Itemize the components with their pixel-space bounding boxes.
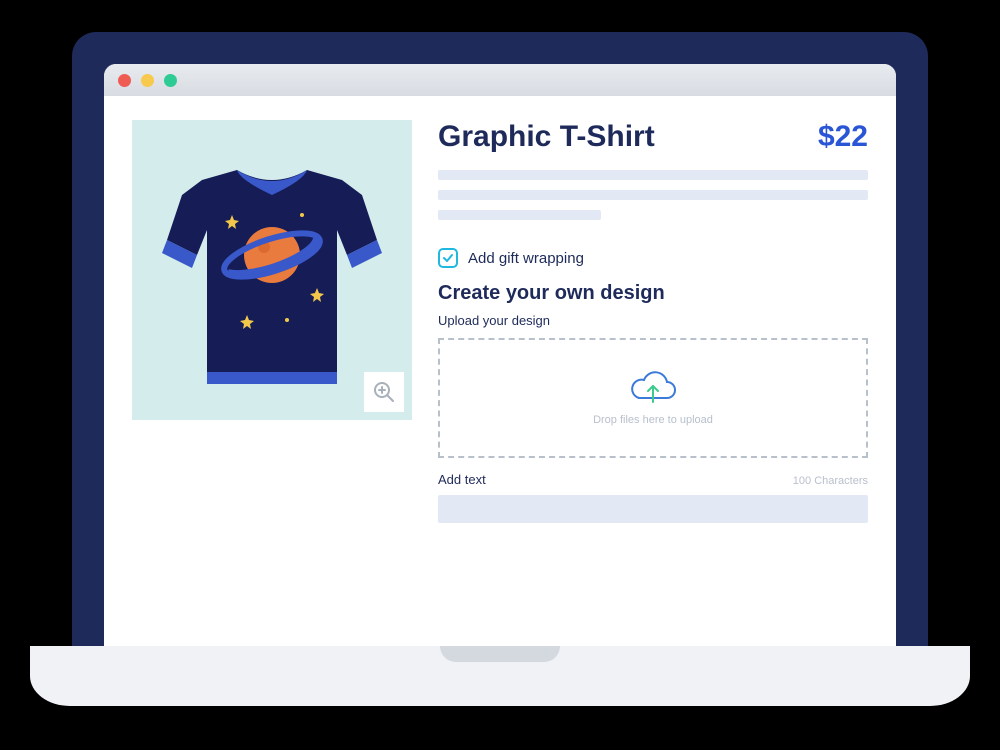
product-image bbox=[132, 120, 412, 420]
maximize-window-icon[interactable] bbox=[164, 74, 177, 87]
magnify-plus-icon bbox=[373, 381, 395, 403]
upload-hint: Drop files here to upload bbox=[593, 414, 713, 426]
add-text-label: Add text bbox=[438, 472, 486, 487]
design-heading: Create your own design bbox=[438, 282, 868, 305]
gift-wrapping-checkbox[interactable] bbox=[438, 248, 458, 268]
window-titlebar bbox=[104, 64, 896, 96]
close-window-icon[interactable] bbox=[118, 74, 131, 87]
char-limit: 100 Characters bbox=[793, 475, 868, 487]
product-page: Graphic T-Shirt $22 Add gift wrapping Cr… bbox=[104, 96, 896, 662]
product-title: Graphic T-Shirt bbox=[438, 120, 655, 154]
upload-dropzone[interactable]: Drop files here to upload bbox=[438, 338, 868, 458]
design-text-input[interactable] bbox=[438, 495, 868, 523]
cloud-upload-icon bbox=[629, 370, 677, 406]
browser-window: Graphic T-Shirt $22 Add gift wrapping Cr… bbox=[104, 64, 896, 662]
description-placeholder-line bbox=[438, 190, 868, 200]
minimize-window-icon[interactable] bbox=[141, 74, 154, 87]
description-placeholder-line bbox=[438, 210, 601, 220]
laptop-frame: Graphic T-Shirt $22 Add gift wrapping Cr… bbox=[72, 32, 928, 662]
laptop-notch bbox=[440, 646, 560, 662]
gift-wrapping-label: Add gift wrapping bbox=[468, 250, 584, 267]
product-price: $22 bbox=[818, 120, 868, 154]
zoom-button[interactable] bbox=[364, 372, 404, 412]
check-icon bbox=[442, 252, 454, 264]
product-details: Graphic T-Shirt $22 Add gift wrapping Cr… bbox=[438, 120, 868, 638]
upload-label: Upload your design bbox=[438, 313, 868, 328]
description-placeholder-line bbox=[438, 170, 868, 180]
